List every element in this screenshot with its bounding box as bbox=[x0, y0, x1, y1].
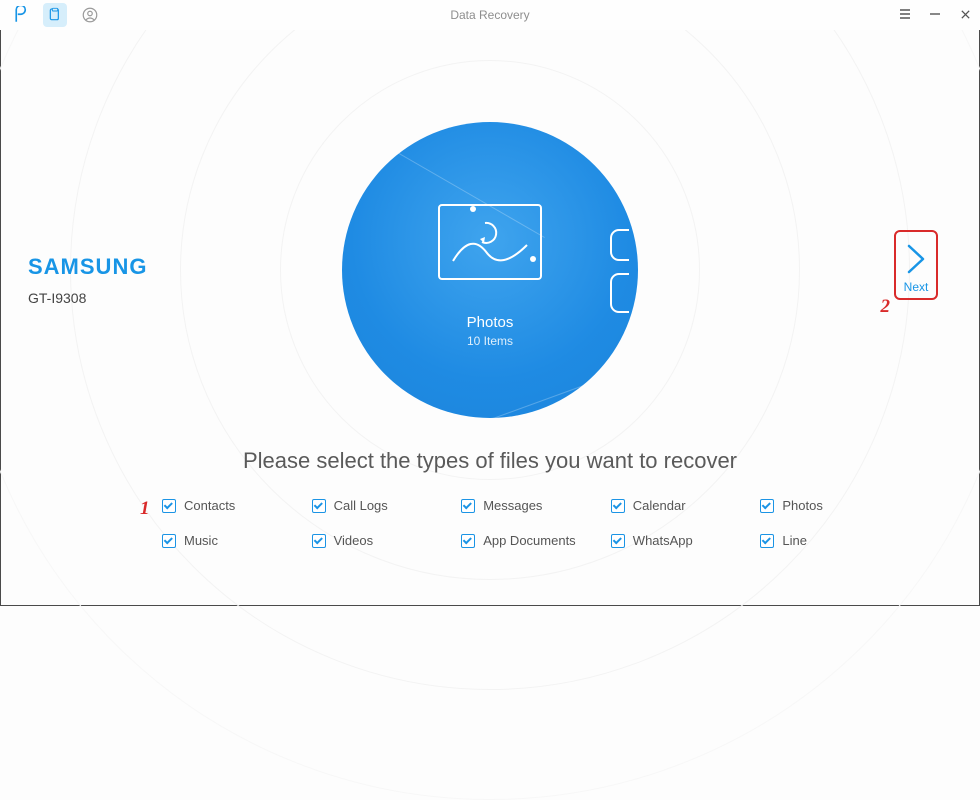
contact-circle-icon[interactable] bbox=[78, 3, 102, 27]
file-type-grid: Contacts Call Logs Messages Calendar Photos M… bbox=[162, 498, 900, 548]
checkbox-icon bbox=[611, 499, 625, 513]
instruction-text: Please select the types of files you wan… bbox=[243, 448, 737, 474]
checkbox-icon bbox=[162, 534, 176, 548]
close-button[interactable] bbox=[958, 8, 972, 23]
device-brand: SAMSUNG bbox=[28, 254, 147, 280]
annotation-step-1: 1 bbox=[140, 498, 150, 520]
checkbox-icon bbox=[461, 499, 475, 513]
file-type-checkbox[interactable]: Music bbox=[162, 533, 302, 548]
checkbox-icon bbox=[312, 499, 326, 513]
file-type-checkbox[interactable]: WhatsApp bbox=[611, 533, 751, 548]
file-type-label: Messages bbox=[483, 498, 542, 513]
file-type-label: Calendar bbox=[633, 498, 686, 513]
file-type-label: Call Logs bbox=[334, 498, 388, 513]
file-type-label: WhatsApp bbox=[633, 533, 693, 548]
next-label: Next bbox=[904, 280, 929, 294]
menu-icon[interactable] bbox=[898, 8, 912, 23]
checkbox-icon bbox=[760, 499, 774, 513]
checkbox-icon bbox=[162, 499, 176, 513]
file-type-label: App Documents bbox=[483, 533, 576, 548]
annotation-step-2: 2 bbox=[881, 296, 891, 318]
file-type-label: Videos bbox=[334, 533, 374, 548]
photo-icon bbox=[437, 203, 543, 286]
window-title: Data Recovery bbox=[450, 8, 529, 22]
category-dial[interactable]: Photos 10 Items bbox=[342, 122, 638, 418]
next-button[interactable]: Next bbox=[894, 230, 938, 300]
adjacent-card-icon bbox=[609, 228, 629, 314]
chevron-right-icon bbox=[902, 240, 930, 278]
file-type-label: Music bbox=[184, 533, 218, 548]
minimize-button[interactable] bbox=[928, 8, 942, 23]
checkbox-icon bbox=[461, 534, 475, 548]
file-type-label: Contacts bbox=[184, 498, 235, 513]
file-type-checkbox[interactable]: Calendar bbox=[611, 498, 751, 513]
category-caption: Photos bbox=[467, 314, 514, 331]
file-type-checkbox[interactable]: Videos bbox=[312, 533, 452, 548]
category-subcaption: 10 Items bbox=[467, 334, 513, 348]
file-type-checkbox[interactable]: Contacts bbox=[162, 498, 302, 513]
checkbox-icon bbox=[760, 534, 774, 548]
title-bar: Data Recovery bbox=[0, 0, 980, 30]
page-icon[interactable] bbox=[43, 3, 67, 27]
file-type-checkbox[interactable]: Call Logs bbox=[312, 498, 452, 513]
file-type-checkbox[interactable]: Photos bbox=[760, 498, 900, 513]
checkbox-icon bbox=[611, 534, 625, 548]
device-model: GT-I9308 bbox=[28, 290, 147, 306]
file-type-checkbox[interactable]: Line bbox=[760, 533, 900, 548]
file-type-checkbox[interactable]: App Documents bbox=[461, 533, 601, 548]
app-logo-icon[interactable] bbox=[8, 3, 32, 27]
file-type-label: Line bbox=[782, 533, 807, 548]
file-type-checkbox[interactable]: Messages bbox=[461, 498, 601, 513]
checkbox-icon bbox=[312, 534, 326, 548]
file-type-label: Photos bbox=[782, 498, 822, 513]
device-info: SAMSUNG GT-I9308 bbox=[28, 254, 147, 306]
